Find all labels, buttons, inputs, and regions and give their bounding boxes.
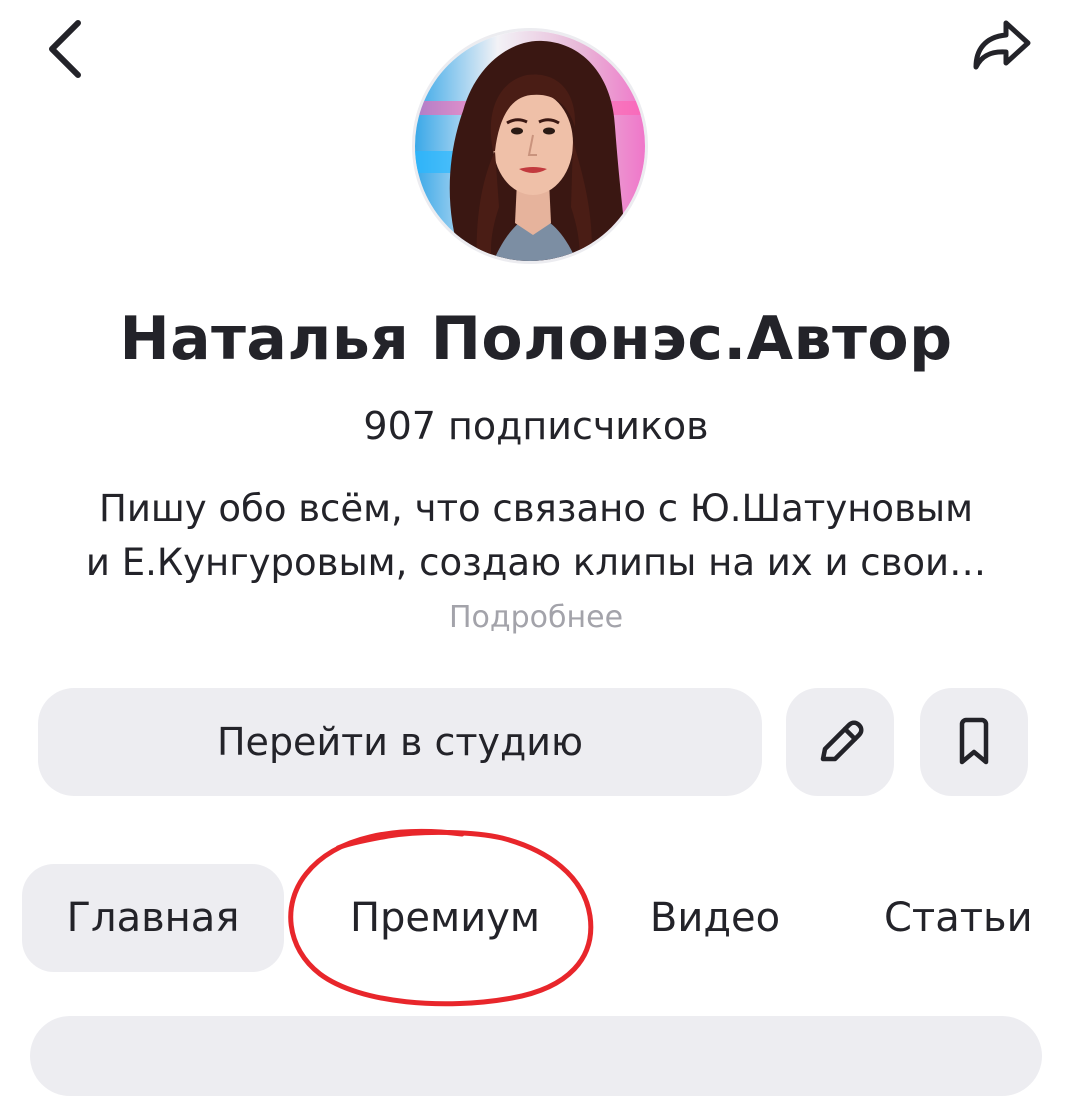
more-link[interactable]: Подробнее <box>0 600 1072 635</box>
pencil-icon <box>820 720 864 762</box>
tab-video[interactable]: Видео <box>620 864 810 972</box>
chevron-left-icon <box>49 20 81 78</box>
channel-description: Пишу обо всём, что связано с Ю.Шатуновым… <box>30 482 1042 590</box>
description-line-1: Пишу обо всём, что связано с Ю.Шатуновым <box>99 487 973 530</box>
avatar-photo <box>415 31 645 261</box>
back-button[interactable] <box>30 14 100 84</box>
content-card[interactable] <box>30 1016 1042 1096</box>
edit-button[interactable] <box>786 688 894 796</box>
bookmark-icon <box>959 717 989 765</box>
avatar[interactable] <box>412 28 648 264</box>
go-to-studio-button[interactable]: Перейти в студию <box>38 688 762 796</box>
share-button[interactable] <box>962 10 1042 80</box>
subscriber-count: 907 подписчиков <box>363 404 709 448</box>
channel-name: Наталья Полонэс.Автор <box>119 304 953 374</box>
description-line-2: и Е.Кунгуровым, создаю клипы на их и сво… <box>85 541 987 584</box>
tab-articles[interactable]: Статьи <box>840 864 1072 972</box>
share-arrow-icon <box>973 20 1031 70</box>
bookmark-button[interactable] <box>920 688 1028 796</box>
tab-main[interactable]: Главная <box>22 864 284 972</box>
tab-premium[interactable]: Премиум <box>300 864 590 972</box>
